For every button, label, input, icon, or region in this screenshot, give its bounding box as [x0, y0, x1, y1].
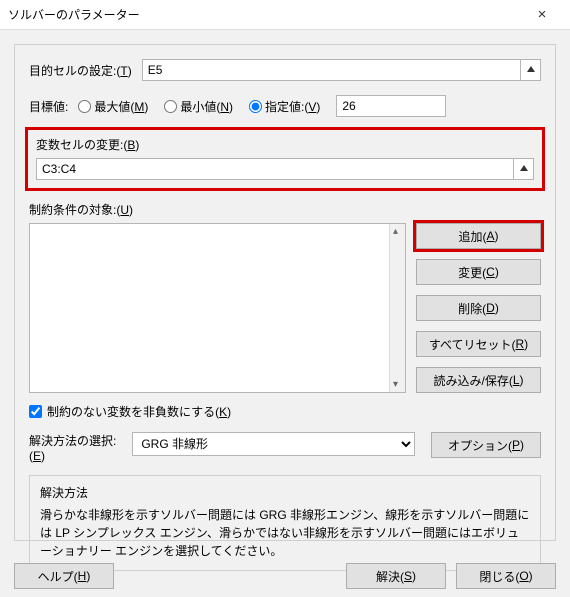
help-button[interactable]: ヘルプ(H): [14, 563, 114, 589]
options-button[interactable]: オプション(P): [431, 432, 541, 458]
close-icon[interactable]: ×: [522, 6, 562, 23]
radio-max[interactable]: 最大値(M): [78, 98, 154, 115]
delete-button[interactable]: 削除(D): [416, 295, 541, 321]
scrollbar[interactable]: ▴ ▾: [389, 224, 405, 392]
close-button[interactable]: 閉じる(O): [456, 563, 556, 589]
radio-value[interactable]: 指定値:(V): [249, 98, 326, 115]
ref-picker-icon[interactable]: [520, 60, 540, 80]
nonneg-check-input[interactable]: [29, 405, 42, 418]
target-label: 目標値:: [29, 98, 68, 115]
constraints-label: 制約条件の対象:(U): [29, 201, 541, 218]
info-body: 滑らかな非線形を示すソルバー問題には GRG 非線形エンジン、線形を示すソルバー…: [40, 506, 530, 560]
solve-button[interactable]: 解決(S): [346, 563, 446, 589]
method-info: 解決方法 滑らかな非線形を示すソルバー問題には GRG 非線形エンジン、線形を示…: [29, 475, 541, 571]
scroll-up-icon[interactable]: ▴: [393, 226, 398, 237]
radio-min[interactable]: 最小値(N): [164, 98, 239, 115]
objective-input[interactable]: [143, 60, 520, 80]
reset-button[interactable]: すべてリセット(R): [416, 331, 541, 357]
change-button[interactable]: 変更(C): [416, 259, 541, 285]
changing-label: 変数セルの変更:(B): [36, 136, 534, 153]
scroll-down-icon[interactable]: ▾: [393, 379, 398, 390]
objective-label: 目的セルの設定:(T): [29, 62, 132, 79]
target-value-input[interactable]: [336, 95, 446, 117]
add-button[interactable]: 追加(A): [416, 223, 541, 249]
load-save-button[interactable]: 読み込み/保存(L): [416, 367, 541, 393]
titlebar: ソルバーのパラメーター ×: [0, 0, 570, 30]
objective-cell-input[interactable]: [142, 59, 541, 81]
constraints-list[interactable]: ▴ ▾: [29, 223, 406, 393]
changing-cells-input[interactable]: [36, 158, 534, 180]
dialog-body: 目的セルの設定:(T) 目標値: 最大値(M) 最小値(N) 指定値:(V) 変…: [14, 44, 556, 541]
method-select[interactable]: GRG 非線形: [132, 432, 415, 456]
changing-input[interactable]: [37, 159, 513, 179]
ref-picker-icon[interactable]: [513, 159, 533, 179]
nonneg-checkbox[interactable]: 制約のない変数を非負数にする(K): [29, 403, 541, 420]
changing-cells-highlight: 変数セルの変更:(B): [25, 127, 545, 191]
method-label: 解決方法の選択:(E): [29, 432, 116, 463]
info-head: 解決方法: [40, 484, 530, 502]
dialog-title: ソルバーのパラメーター: [8, 6, 522, 23]
